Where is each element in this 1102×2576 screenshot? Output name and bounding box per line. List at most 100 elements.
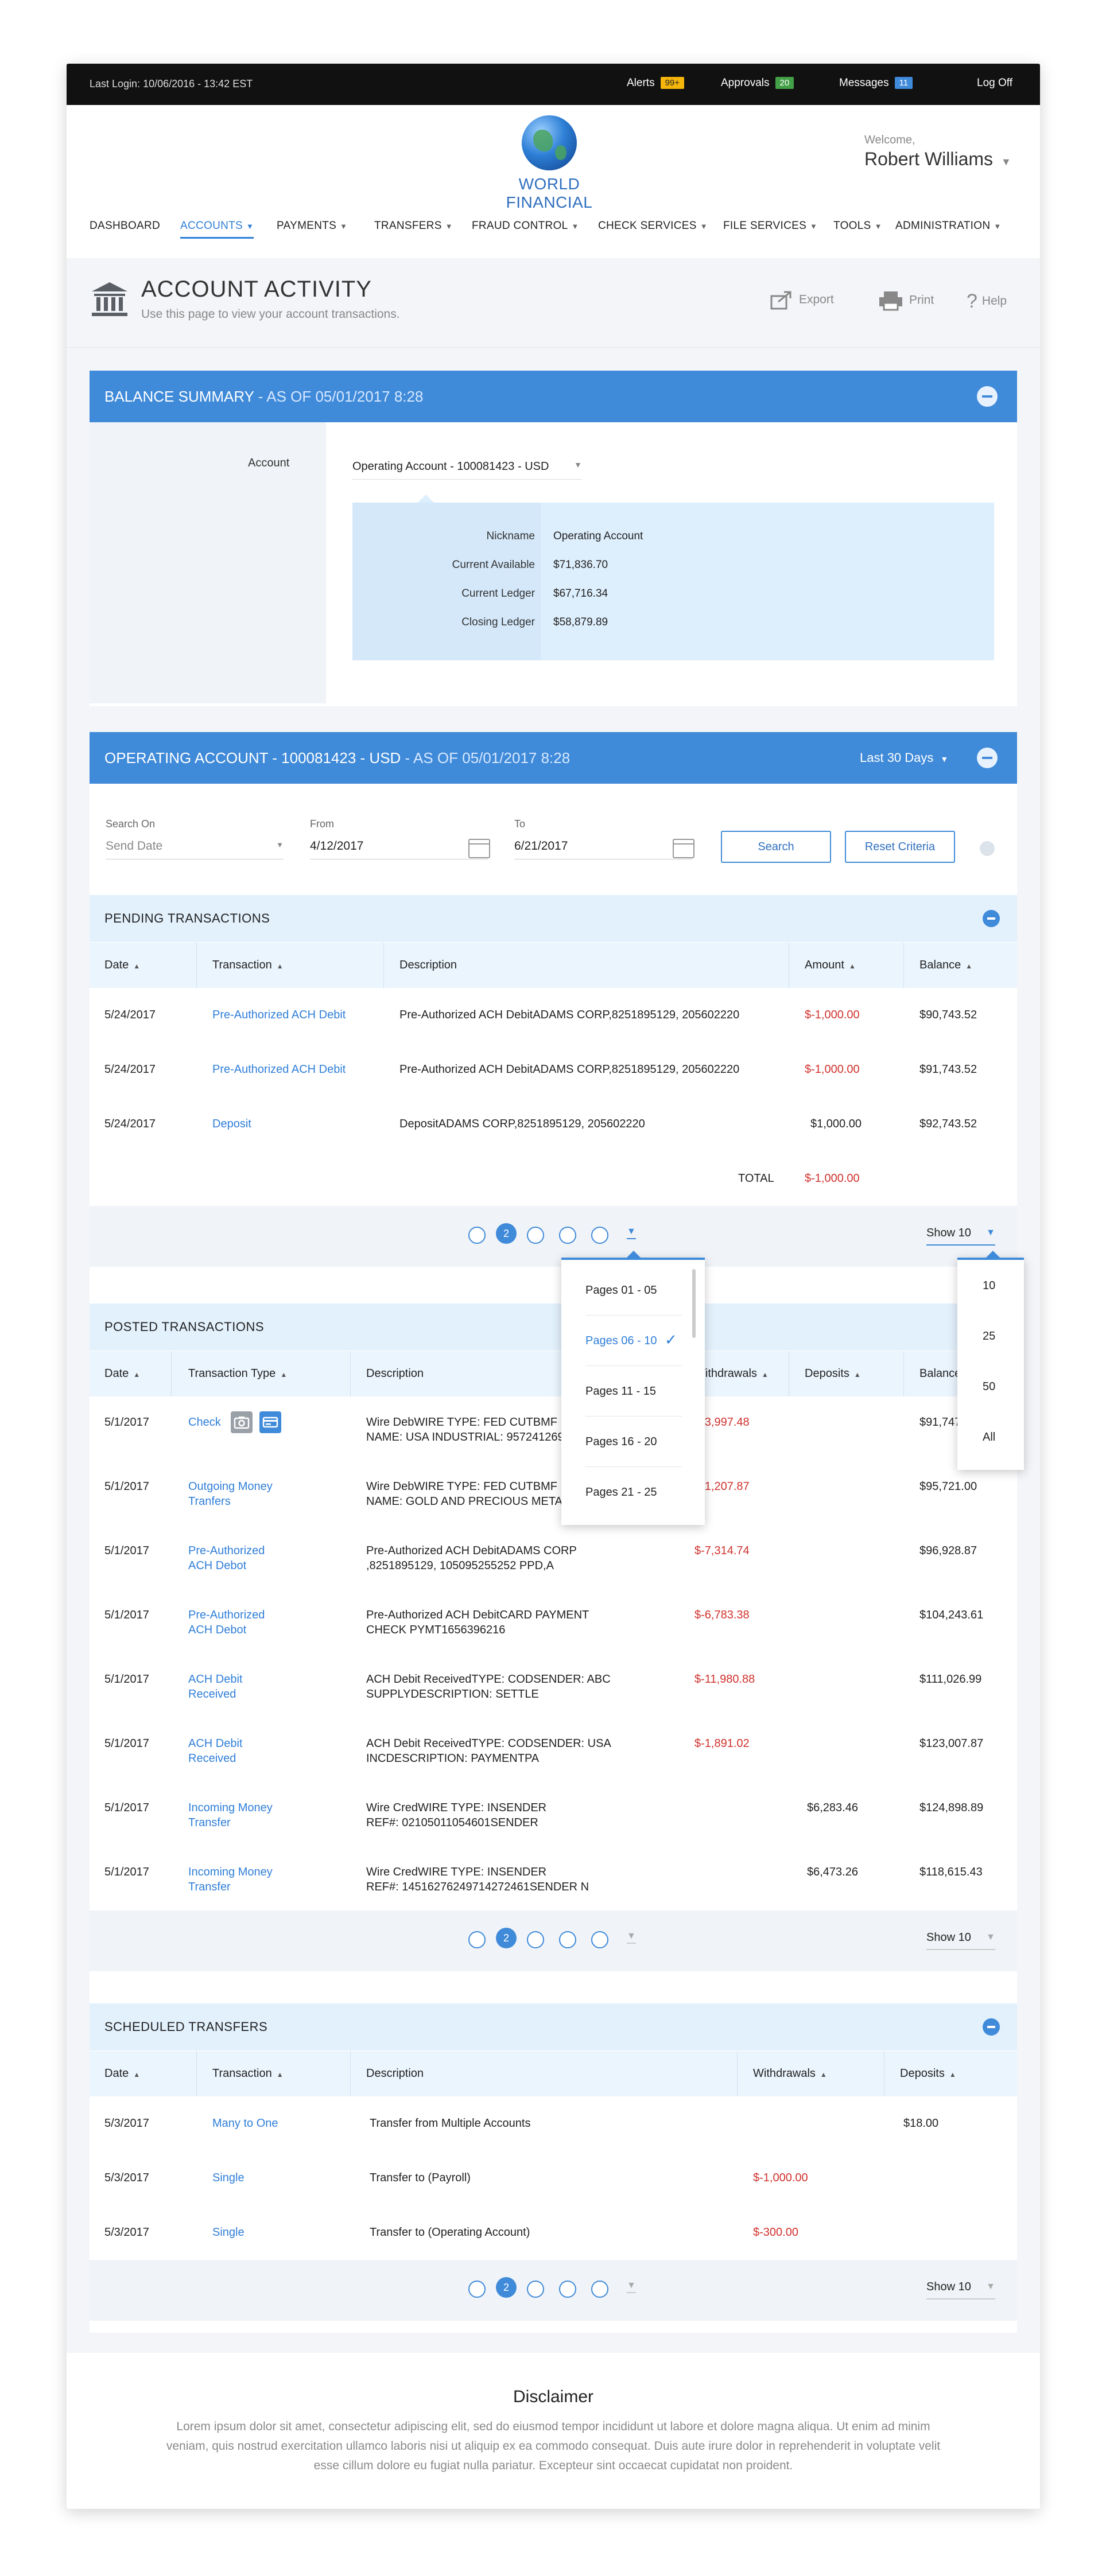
show-select[interactable]: Show 10 ▼ bbox=[926, 1227, 995, 1246]
export-button[interactable]: Export bbox=[770, 290, 834, 310]
nav-transfers[interactable]: TRANSFERS ▼ bbox=[374, 220, 453, 232]
show-select[interactable]: Show 10 ▼ bbox=[926, 2281, 995, 2299]
print-button[interactable]: Print bbox=[878, 290, 934, 311]
table-row[interactable]: 5/1/2017 ACH Debit Received ACH Debit Rec… bbox=[90, 1718, 1017, 1783]
collapse-icon[interactable] bbox=[977, 386, 998, 407]
cell-transaction-link[interactable]: Single bbox=[212, 2225, 245, 2240]
page-dot[interactable] bbox=[591, 1227, 608, 1244]
col-balance[interactable]: Balance ▲ bbox=[919, 959, 972, 972]
search-button[interactable]: Search bbox=[721, 831, 831, 863]
table-row[interactable]: 5/1/2017 Pre-Authorized ACH Debot Pre-Aut… bbox=[90, 1525, 1017, 1590]
to-date-input[interactable]: 6/21/2017 bbox=[514, 839, 692, 859]
range-select[interactable]: Last 30 Days ▼ bbox=[860, 750, 948, 765]
col-description[interactable]: Description bbox=[399, 959, 457, 972]
logo[interactable]: WORLD FINANCIAL bbox=[478, 115, 621, 211]
dropdown-option[interactable]: Pages 21 - 25 bbox=[585, 1486, 657, 1499]
check-image-icon[interactable] bbox=[259, 1411, 281, 1433]
page-dot[interactable] bbox=[559, 1931, 576, 1948]
cell-transaction-link[interactable]: ACH Debit Received bbox=[188, 1736, 242, 1766]
nav-payments[interactable]: PAYMENTS ▼ bbox=[277, 220, 347, 232]
col-withdrawals[interactable]: Withdrawals ▲ bbox=[753, 2067, 827, 2080]
nav-check-services[interactable]: CHECK SERVICES ▼ bbox=[598, 220, 708, 232]
col-description[interactable]: Description bbox=[366, 1367, 424, 1380]
table-row[interactable]: 5/1/2017 Incoming Money Transfer Wire Cre… bbox=[90, 1782, 1017, 1847]
page-current[interactable]: 2 bbox=[496, 1223, 517, 1244]
dropdown-scrollbar[interactable] bbox=[692, 1269, 696, 1338]
page-dot[interactable] bbox=[468, 2281, 486, 2298]
collapse-icon[interactable] bbox=[983, 910, 1000, 927]
nav-accounts[interactable]: ACCOUNTS ▼ bbox=[180, 220, 254, 239]
col-deposits[interactable]: Deposits ▲ bbox=[900, 2067, 956, 2080]
col-transaction[interactable]: Transaction ▲ bbox=[212, 2067, 284, 2080]
cell-transaction-link[interactable]: ACH Debit Received bbox=[188, 1672, 242, 1702]
dropdown-option[interactable]: Pages 01 - 05 bbox=[585, 1284, 657, 1297]
logoff-link[interactable]: Log Off bbox=[977, 77, 1012, 90]
table-row[interactable]: 5/24/2017 Deposit DepositADAMS CORP,8251… bbox=[90, 1097, 1017, 1152]
cell-transaction-link[interactable]: Many to One bbox=[212, 2116, 278, 2131]
reset-criteria-button[interactable]: Reset Criteria bbox=[845, 831, 955, 863]
page-dot[interactable] bbox=[591, 2281, 608, 2298]
collapse-icon[interactable] bbox=[983, 2018, 1000, 2036]
cell-transaction-link[interactable]: Incoming Money Transfer bbox=[188, 1865, 273, 1894]
calendar-icon[interactable] bbox=[468, 839, 490, 858]
page-current[interactable]: 2 bbox=[496, 2277, 517, 2298]
table-row[interactable]: 5/24/2017 Pre-Authorized ACH Debit Pre-A… bbox=[90, 1042, 1017, 1098]
cell-transaction-link[interactable]: Deposit bbox=[212, 1116, 251, 1131]
col-date[interactable]: Date ▲ bbox=[104, 959, 140, 972]
search-on-select[interactable]: Send Date ▼ bbox=[106, 839, 284, 859]
page-dot[interactable] bbox=[559, 2281, 576, 2298]
cell-transaction-link[interactable]: Pre-Authorized ACH Debit bbox=[212, 1062, 346, 1077]
camera-icon[interactable] bbox=[231, 1411, 253, 1433]
show-select[interactable]: Show 10 ▼ bbox=[926, 1931, 995, 1950]
page-dot[interactable] bbox=[468, 1931, 486, 1948]
cell-transaction-link[interactable]: Outgoing Money Tranfers bbox=[188, 1479, 273, 1509]
cell-transaction-link[interactable]: Incoming Money Transfer bbox=[188, 1800, 273, 1830]
col-description[interactable]: Description bbox=[366, 2067, 424, 2080]
table-row[interactable]: 5/3/2017 Many to One Transfer from Multi… bbox=[90, 2096, 1017, 2151]
table-row[interactable]: 5/3/2017 Single Transfer to (Payroll) $-… bbox=[90, 2151, 1017, 2206]
cell-transaction-link[interactable]: Check bbox=[188, 1415, 221, 1430]
page-current[interactable]: 2 bbox=[496, 1928, 517, 1948]
col-balance[interactable]: Balance bbox=[919, 1367, 961, 1380]
approvals-link[interactable]: Approvals 20 bbox=[721, 77, 794, 90]
dropdown-option-selected[interactable]: Pages 06 - 10 bbox=[585, 1334, 657, 1348]
dropdown-option[interactable]: 25 bbox=[983, 1330, 995, 1343]
calendar-icon[interactable] bbox=[673, 839, 694, 858]
help-button[interactable]: ? Help bbox=[967, 290, 1007, 313]
dropdown-option[interactable]: Pages 16 - 20 bbox=[585, 1435, 657, 1449]
table-row[interactable]: 5/1/2017 Pre-Authorized ACH Debot Pre-Aut… bbox=[90, 1589, 1017, 1654]
table-row[interactable]: 5/1/2017 ACH Debit Received ACH Debit Rec… bbox=[90, 1653, 1017, 1718]
pages-dropdown-toggle[interactable]: ▼ bbox=[627, 1227, 636, 1239]
page-dot[interactable] bbox=[527, 1931, 544, 1948]
col-transaction[interactable]: Transaction ▲ bbox=[212, 959, 284, 972]
col-withdrawals[interactable]: Withdrawals ▲ bbox=[694, 1367, 769, 1380]
page-dot[interactable] bbox=[527, 2281, 544, 2298]
cell-transaction-link[interactable]: Pre-Authorized ACH Debot bbox=[188, 1543, 265, 1573]
page-dot[interactable] bbox=[527, 1227, 544, 1244]
col-transaction-type[interactable]: Transaction Type ▲ bbox=[188, 1367, 287, 1380]
col-date[interactable]: Date ▲ bbox=[104, 1367, 140, 1380]
col-amount[interactable]: Amount ▲ bbox=[805, 959, 856, 972]
col-date[interactable]: Date ▲ bbox=[104, 2067, 140, 2080]
collapse-filters-icon[interactable] bbox=[980, 841, 995, 856]
cell-transaction-link[interactable]: Single bbox=[212, 2170, 245, 2185]
alerts-link[interactable]: Alerts 99+ bbox=[627, 77, 685, 90]
col-deposits[interactable]: Deposits ▲ bbox=[805, 1367, 861, 1380]
pages-dropdown-toggle[interactable]: ▼ bbox=[627, 2281, 636, 2293]
nav-file-services[interactable]: FILE SERVICES ▼ bbox=[723, 220, 817, 232]
page-dot[interactable] bbox=[559, 1227, 576, 1244]
page-dot[interactable] bbox=[468, 1227, 486, 1244]
nav-administration[interactable]: ADMINISTRATION ▼ bbox=[895, 220, 1002, 232]
cell-transaction-link[interactable]: Pre-Authorized ACH Debot bbox=[188, 1608, 265, 1637]
dropdown-option[interactable]: Pages 11 - 15 bbox=[585, 1385, 656, 1398]
table-row[interactable]: 5/1/2017 Incoming Money Transfer Wire Cre… bbox=[90, 1846, 1017, 1911]
page-dot[interactable] bbox=[591, 1931, 608, 1948]
table-row[interactable]: 5/24/2017 Pre-Authorized ACH Debit Pre-A… bbox=[90, 988, 1017, 1043]
dropdown-option[interactable]: 10 bbox=[983, 1279, 995, 1293]
nav-dashboard[interactable]: DASHBOARD bbox=[90, 220, 160, 232]
dropdown-option[interactable]: 50 bbox=[983, 1380, 995, 1394]
from-date-input[interactable]: 4/12/2017 bbox=[310, 839, 488, 859]
nav-tools[interactable]: TOOLS ▼ bbox=[833, 220, 882, 232]
dropdown-option[interactable]: All bbox=[983, 1431, 995, 1444]
table-row[interactable]: 5/1/2017 Check Wire DebWIRE TYPE: FED CU… bbox=[90, 1396, 1017, 1461]
